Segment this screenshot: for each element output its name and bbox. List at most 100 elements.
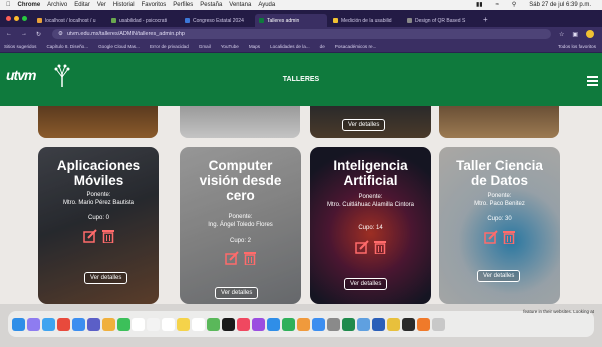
bookmark-star-icon[interactable]: ☆ (559, 31, 564, 38)
profile-avatar[interactable] (586, 30, 594, 38)
bookmark-item[interactable]: Localidades de la... (270, 44, 310, 49)
menu-item-perfiles[interactable]: Perfiles (173, 2, 193, 8)
bookmark-item-all[interactable]: Todos los favoritos (558, 44, 596, 49)
preview-icon[interactable] (357, 317, 370, 331)
bookmark-item[interactable]: Sitios sugeridos (4, 44, 36, 49)
edit-icon[interactable] (483, 230, 498, 244)
excel-icon[interactable] (342, 317, 355, 331)
details-button[interactable]: Ver detalles (342, 119, 386, 131)
close-window-icon[interactable] (6, 16, 11, 21)
macos-dock (8, 311, 594, 337)
bookmark-item[interactable]: Capítulo 8. Diseño... (46, 44, 88, 49)
background-window-text: feature in their websites. Looking at (523, 309, 594, 314)
sublime-icon[interactable] (417, 317, 430, 331)
menu-item-historial[interactable]: Historial (113, 2, 135, 8)
menu-item-pestana[interactable]: Pestaña (200, 2, 222, 8)
browser-tab[interactable]: usabilidad - psicocrati (107, 14, 179, 27)
browser-tab-active[interactable]: Talleres admin (255, 14, 327, 27)
finder-icon[interactable] (12, 317, 25, 331)
safari-icon[interactable] (42, 317, 55, 331)
menu-item-ayuda[interactable]: Ayuda (258, 2, 275, 8)
edit-icon[interactable] (82, 229, 97, 243)
new-tab-icon[interactable]: + (483, 15, 488, 24)
calendar-icon[interactable] (132, 317, 145, 331)
card-partial (180, 106, 300, 138)
terminal-icon[interactable] (402, 317, 415, 331)
battery-icon[interactable]: ▮▮ (476, 1, 483, 8)
trash-icon[interactable] (502, 230, 516, 244)
browser-tab[interactable]: Congreso Estatal 2024 (181, 14, 253, 27)
reminders-icon[interactable] (162, 317, 175, 331)
macos-dock-area: feature in their websites. Looking at (0, 304, 602, 347)
trash-dock-icon[interactable] (432, 317, 445, 331)
chrome-icon[interactable] (57, 317, 70, 331)
appletv-icon[interactable] (222, 317, 235, 331)
menu-item-archivo[interactable]: Archivo (47, 2, 67, 8)
music-icon[interactable] (237, 317, 250, 331)
card-ponente: Mtro. Cuitláhuac Alamilla Cintora (326, 202, 415, 208)
pages-icon[interactable] (297, 317, 310, 331)
menu-item-ventana[interactable]: Ventana (229, 2, 251, 8)
reload-icon[interactable]: ↻ (36, 31, 41, 38)
bookmark-item[interactable]: Google Cloud Mas... (98, 44, 140, 49)
taller-card: Aplicaciones Móviles Ponente: Mtro. Mari… (38, 147, 159, 304)
hamburger-menu-icon[interactable] (587, 76, 598, 88)
bookmark-item[interactable]: YouTube (221, 44, 239, 49)
details-button[interactable]: Ver detalles (344, 278, 388, 290)
search-icon[interactable]: ⚲ (512, 1, 516, 8)
trash-icon[interactable] (373, 240, 387, 254)
back-icon[interactable]: ← (6, 31, 12, 37)
window-controls (6, 16, 27, 21)
details-button[interactable]: Ver detalles (215, 287, 259, 299)
bookmark-item[interactable]: de (320, 44, 325, 49)
bookmark-item[interactable]: Gmail (199, 44, 211, 49)
bookmark-item[interactable]: Error de privacidad (150, 44, 189, 49)
zoom-window-icon[interactable] (22, 16, 27, 21)
browser-tab-strip: localhost / localhost / u usabilidad - p… (0, 10, 602, 27)
minimize-window-icon[interactable] (14, 16, 19, 21)
numbers-icon[interactable] (282, 317, 295, 331)
apple-icon[interactable]:  (6, 2, 11, 8)
menu-app-name[interactable]: Chrome (18, 2, 41, 8)
edit-icon[interactable] (224, 251, 239, 265)
extensions-icon[interactable]: ▣ (572, 31, 578, 38)
browser-tab[interactable]: localhost / localhost / u (33, 14, 105, 27)
podcasts-icon[interactable] (252, 317, 265, 331)
address-bar[interactable]: ⚙ utvm.edu.mx/talleres/ADMIN/talleres_ad… (52, 29, 551, 39)
facetime-icon[interactable] (117, 317, 130, 331)
edit-icon[interactable] (354, 240, 369, 254)
taller-card: Inteligencia Artificial Ponente: Mtro. C… (310, 147, 431, 304)
teams-icon[interactable] (87, 317, 100, 331)
menu-item-ver[interactable]: Ver (97, 2, 106, 8)
launchpad-icon[interactable] (27, 317, 40, 331)
menu-clock[interactable]: Sáb 27 de jul 6:39 p.m. (529, 2, 591, 8)
trash-icon[interactable] (243, 251, 257, 265)
details-button[interactable]: Ver detalles (84, 272, 128, 284)
chrome-dock-icon[interactable] (387, 317, 400, 331)
site-header: utvm TALLERES (0, 53, 602, 106)
word-icon[interactable] (372, 317, 385, 331)
maps-icon[interactable] (207, 317, 220, 331)
settings-icon[interactable] (327, 317, 340, 331)
tab-favicon (333, 18, 338, 23)
bookmark-item[interactable]: Maps (249, 44, 260, 49)
site-info-icon[interactable]: ⚙ (58, 31, 63, 37)
mail-icon[interactable] (72, 317, 85, 331)
menu-item-favoritos[interactable]: Favoritos (142, 2, 167, 8)
trash-icon[interactable] (101, 229, 115, 243)
appstore-icon[interactable] (267, 317, 280, 331)
files-icon[interactable] (147, 317, 160, 331)
bookmark-item[interactable]: Posacadémicos re... (335, 44, 377, 49)
wifi-icon[interactable]: ≈ (496, 2, 499, 8)
notes-icon[interactable] (177, 317, 190, 331)
browser-tab[interactable]: Medición de la usabilid (329, 14, 401, 27)
details-button[interactable]: Ver detalles (477, 270, 521, 282)
forward-icon[interactable]: → (21, 31, 27, 37)
tab-label: Medición de la usabilid (341, 17, 392, 24)
freeform-icon[interactable] (192, 317, 205, 331)
menu-item-editar[interactable]: Editar (74, 2, 90, 8)
card-cupo: Cupo: 2 (229, 238, 251, 244)
photos-icon[interactable] (102, 317, 115, 331)
browser-tab[interactable]: Design of QR Based S (403, 14, 475, 27)
keynote-icon[interactable] (312, 317, 325, 331)
